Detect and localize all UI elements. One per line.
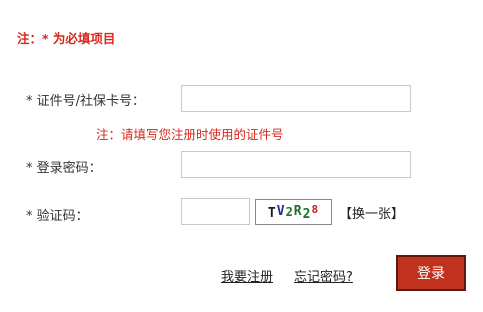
captcha-char: V <box>276 203 286 219</box>
id-number-label: * 证件号/社保卡号： <box>26 94 146 109</box>
id-number-hint: 注：请填写您注册时使用的证件号 <box>96 127 284 142</box>
captcha-char: T <box>267 205 277 221</box>
captcha-char: 8 <box>311 202 320 216</box>
captcha-label: * 验证码： <box>26 209 89 224</box>
captcha-char: 2 <box>285 205 294 219</box>
refresh-captcha-link[interactable]: 【换一张】 <box>339 203 404 222</box>
captcha-char: 2 <box>302 206 312 222</box>
id-number-input[interactable] <box>181 85 411 112</box>
forgot-password-link[interactable]: 忘记密码? <box>294 266 353 285</box>
captcha-input[interactable] <box>181 198 250 225</box>
captcha-image[interactable]: T V 2 R 2 8 <box>255 199 332 225</box>
password-label: * 登录密码： <box>26 161 102 176</box>
captcha-char: R <box>293 203 303 219</box>
password-input[interactable] <box>181 151 411 178</box>
login-button[interactable]: 登录 <box>396 255 466 291</box>
required-fields-note: 注：* 为必填项目 <box>17 31 116 46</box>
register-link[interactable]: 我要注册 <box>221 266 273 285</box>
